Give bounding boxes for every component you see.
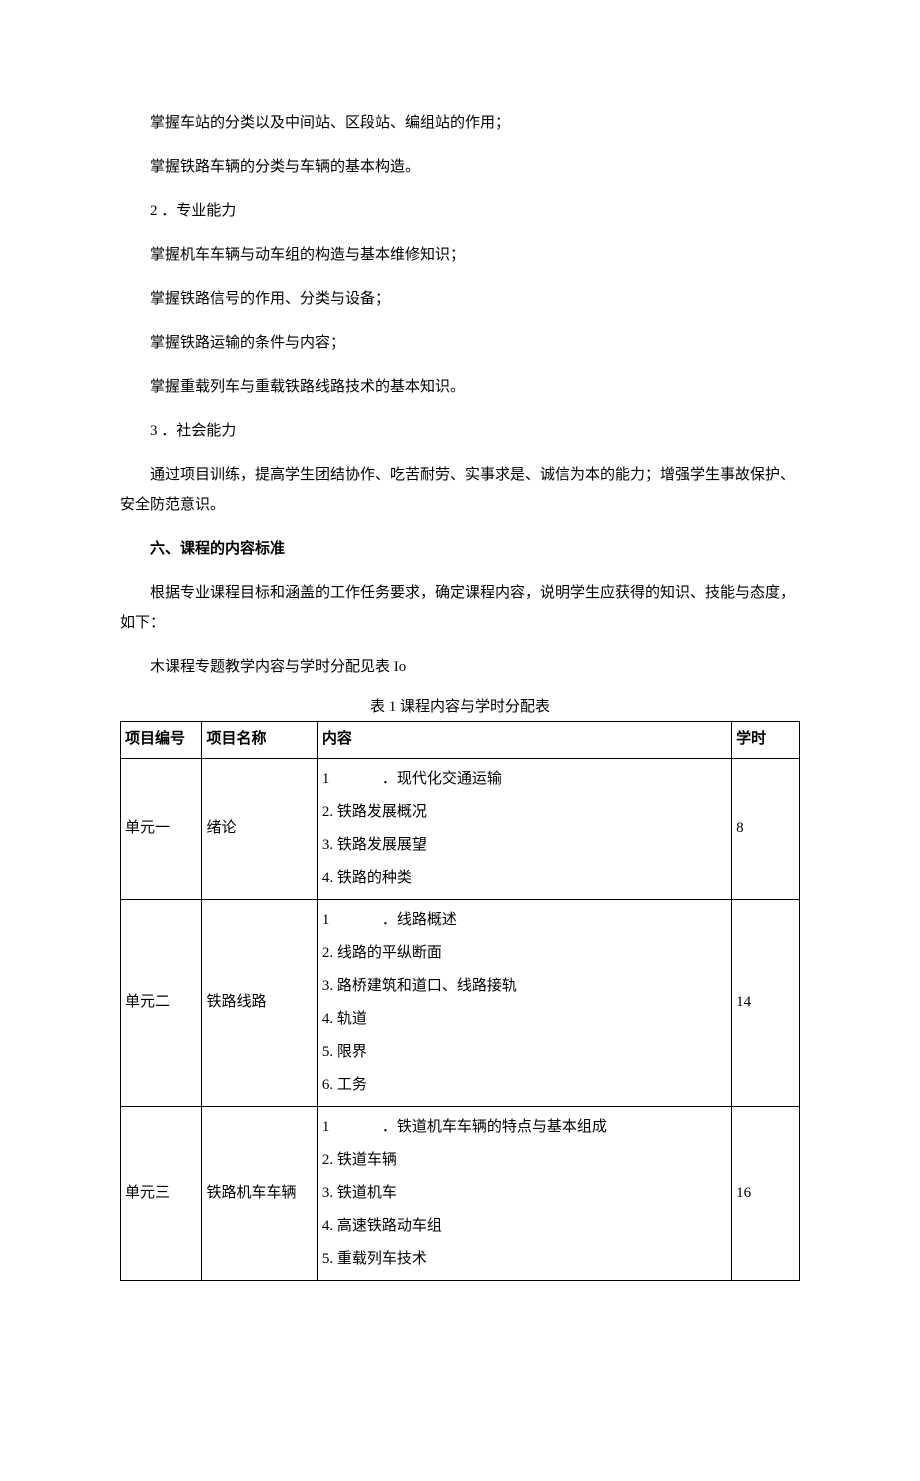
cell-content: 1．线路概述2. 线路的平纵断面3. 路桥建筑和道口、线路接轨4. 轨道5. 限…	[317, 899, 731, 1106]
table-header-row: 项目编号 项目名称 内容 学时	[121, 721, 800, 758]
th-name: 项目名称	[202, 721, 317, 758]
th-content: 内容	[317, 721, 731, 758]
cell-id: 单元二	[121, 899, 202, 1106]
content-line: 1．线路概述	[322, 904, 727, 937]
cell-name: 铁路线路	[202, 899, 317, 1106]
paragraph: 掌握重载列车与重载铁路线路技术的基本知识。	[120, 372, 800, 402]
cell-content: 1．现代化交通运输2. 铁路发展概况3. 铁路发展展望4. 铁路的种类	[317, 758, 731, 899]
cell-id: 单元一	[121, 758, 202, 899]
paragraph: 掌握铁路信号的作用、分类与设备；	[120, 284, 800, 314]
cell-id: 单元三	[121, 1106, 202, 1280]
course-content-table: 项目编号 项目名称 内容 学时 单元一绪论1．现代化交通运输2. 铁路发展概况3…	[120, 721, 800, 1281]
table-row: 单元二铁路线路1．线路概述2. 线路的平纵断面3. 路桥建筑和道口、线路接轨4.…	[121, 899, 800, 1106]
cell-hours: 8	[732, 758, 800, 899]
content-line: 4. 铁路的种类	[322, 862, 727, 895]
cell-name: 铁路机车车辆	[202, 1106, 317, 1280]
paragraph: 2 ．专业能力	[120, 196, 800, 226]
th-hours: 学时	[732, 721, 800, 758]
cell-name: 绪论	[202, 758, 317, 899]
content-line: 2. 铁道车辆	[322, 1144, 727, 1177]
paragraph: 木课程专题教学内容与学时分配见表 Io	[120, 652, 800, 682]
content-line: 5. 重载列车技术	[322, 1243, 727, 1276]
paragraph: 根据专业课程目标和涵盖的工作任务要求，确定课程内容，说明学生应获得的知识、技能与…	[120, 578, 800, 638]
content-line: 3. 路桥建筑和道口、线路接轨	[322, 970, 727, 1003]
content-line: 3. 铁路发展展望	[322, 829, 727, 862]
content-line: 1．铁道机车车辆的特点与基本组成	[322, 1111, 727, 1144]
content-line: 3. 铁道机车	[322, 1177, 727, 1210]
paragraph: 掌握铁路车辆的分类与车辆的基本构造。	[120, 152, 800, 182]
content-line: 2. 铁路发展概况	[322, 796, 727, 829]
paragraph: 掌握铁路运输的条件与内容；	[120, 328, 800, 358]
cell-hours: 16	[732, 1106, 800, 1280]
content-line: 5. 限界	[322, 1036, 727, 1069]
content-line: 1．现代化交通运输	[322, 763, 727, 796]
th-id: 项目编号	[121, 721, 202, 758]
table-row: 单元一绪论1．现代化交通运输2. 铁路发展概况3. 铁路发展展望4. 铁路的种类…	[121, 758, 800, 899]
content-line: 4. 轨道	[322, 1003, 727, 1036]
paragraph: 3 ．社会能力	[120, 416, 800, 446]
cell-hours: 14	[732, 899, 800, 1106]
content-line: 2. 线路的平纵断面	[322, 937, 727, 970]
table-caption: 表 1 课程内容与学时分配表	[120, 696, 800, 719]
paragraph: 掌握机车车辆与动车组的构造与基本维修知识；	[120, 240, 800, 270]
document-page: 掌握车站的分类以及中间站、区段站、编组站的作用； 掌握铁路车辆的分类与车辆的基本…	[0, 0, 920, 1481]
content-line: 4. 高速铁路动车组	[322, 1210, 727, 1243]
paragraph: 掌握车站的分类以及中间站、区段站、编组站的作用；	[120, 108, 800, 138]
section-heading-6: 六、课程的内容标准	[120, 534, 800, 564]
content-line: 6. 工务	[322, 1069, 727, 1102]
cell-content: 1．铁道机车车辆的特点与基本组成2. 铁道车辆3. 铁道机车4. 高速铁路动车组…	[317, 1106, 731, 1280]
paragraph: 通过项目训练，提高学生团结协作、吃苦耐劳、实事求是、诚信为本的能力；增强学生事故…	[120, 460, 800, 520]
table-row: 单元三铁路机车车辆1．铁道机车车辆的特点与基本组成2. 铁道车辆3. 铁道机车4…	[121, 1106, 800, 1280]
